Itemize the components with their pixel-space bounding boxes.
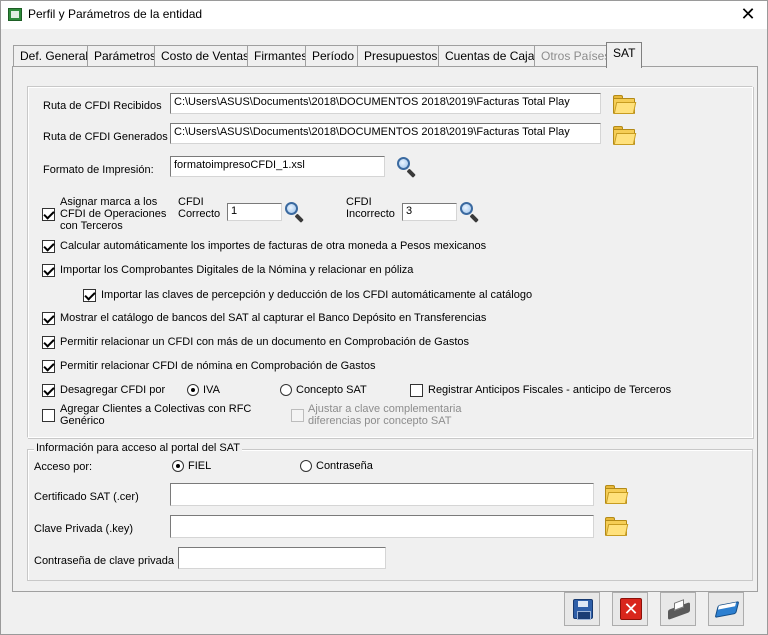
browse-generados-button[interactable]: [611, 123, 637, 149]
acceso-por-label: Acceso por:: [34, 461, 93, 473]
clave-privada-input[interactable]: [170, 515, 594, 538]
app-icon: [8, 8, 22, 21]
radio-iva-label: IVA: [203, 384, 220, 396]
cfdi-recibidos-input[interactable]: C:\Users\ASUS\Documents\2018\DOCUMENTOS …: [170, 93, 601, 114]
cfdi-incorrecto-search-button[interactable]: [457, 200, 483, 224]
tab-parametros[interactable]: Parámetros: [87, 45, 164, 67]
tab-otros-paises: Otros Países: [534, 45, 618, 67]
dialog-window: Perfil y Parámetros de la entidad ✕ Def.…: [0, 0, 768, 635]
radio-iva[interactable]: [187, 384, 199, 396]
tab-costo-de-ventas[interactable]: Costo de Ventas: [154, 45, 257, 67]
importar-nomina-checkbox[interactable]: [42, 264, 55, 277]
radio-fiel-label: FIEL: [188, 460, 212, 472]
tab-cuentas-de-cajas[interactable]: Cuentas de Cajas: [438, 45, 548, 67]
tab-sat[interactable]: SAT: [606, 42, 643, 68]
permitir-nomina-label: Permitir relacionar CFDI de nómina en Co…: [60, 360, 376, 372]
tab-periodo[interactable]: Período: [305, 45, 362, 67]
certificado-input[interactable]: [170, 483, 594, 506]
certificado-label: Certificado SAT (.cer): [34, 491, 139, 503]
browse-recibidos-button[interactable]: [611, 92, 637, 118]
cfdi-generados-input[interactable]: C:\Users\ASUS\Documents\2018\DOCUMENTOS …: [170, 123, 601, 144]
tab-presupuestos[interactable]: Presupuestos: [357, 45, 445, 67]
cfdi-correcto-search-button[interactable]: [282, 200, 308, 224]
cfdi-correcto-input[interactable]: 1: [227, 203, 282, 221]
formato-impresion-input[interactable]: formatoimpresoCFDI_1.xsl: [170, 156, 385, 177]
asignar-marca-checkbox[interactable]: [42, 208, 55, 221]
importar-nomina-label: Importar los Comprobantes Digitales de l…: [60, 264, 414, 276]
registrar-anticipos-label: Registrar Anticipos Fiscales - anticipo …: [428, 384, 672, 396]
portal-sat-legend: Información para acceso al portal del SA…: [34, 442, 243, 454]
save-button[interactable]: [564, 592, 600, 626]
cfdi-correcto-label: CFDI Correcto: [178, 196, 221, 220]
contrasena-clave-input[interactable]: [178, 547, 386, 569]
ajustar-clave-label: Ajustar a clave complementaria diferenci…: [308, 403, 462, 427]
clave-privada-label: Clave Privada (.key): [34, 523, 134, 535]
radio-concepto-sat[interactable]: [280, 384, 292, 396]
importar-claves-checkbox[interactable]: [83, 289, 96, 302]
cfdi-recibidos-label: Ruta de CFDI Recibidos: [43, 100, 162, 112]
permitir-varios-label: Permitir relacionar un CFDI con más de u…: [60, 336, 470, 348]
calcular-checkbox[interactable]: [42, 240, 55, 253]
desagregar-label: Desagregar CFDI por: [60, 384, 166, 396]
desagregar-checkbox[interactable]: [42, 384, 55, 397]
permitir-nomina-checkbox[interactable]: [42, 360, 55, 373]
title-bar: Perfil y Parámetros de la entidad ✕: [1, 1, 767, 29]
browse-certificado-button[interactable]: [603, 482, 629, 508]
save-icon: [573, 599, 593, 620]
contrasena-clave-label: Contraseña de clave privada: [34, 555, 175, 567]
radio-contrasena-label: Contraseña: [316, 460, 373, 472]
tab-def-general[interactable]: Def. General: [13, 45, 96, 67]
radio-fiel[interactable]: [172, 460, 184, 472]
cancel-button[interactable]: ✕: [612, 592, 648, 626]
cfdi-generados-label: Ruta de CFDI Generados: [43, 131, 168, 143]
mostrar-bancos-checkbox[interactable]: [42, 312, 55, 325]
permitir-varios-checkbox[interactable]: [42, 336, 55, 349]
formato-search-button[interactable]: [394, 155, 420, 179]
asignar-marca-label: Asignar marca a los CFDI de Operaciones …: [60, 196, 167, 232]
window-title: Perfil y Parámetros de la entidad: [28, 7, 203, 21]
formato-impresion-label: Formato de Impresión:: [43, 164, 154, 176]
registrar-anticipos-checkbox[interactable]: [410, 384, 423, 397]
browse-clave-button[interactable]: [603, 514, 629, 540]
radio-concepto-sat-label: Concepto SAT: [296, 384, 367, 396]
help-book-icon: [714, 600, 740, 618]
agregar-clientes-label: Agregar Clientes a Colectivas con RFC Ge…: [60, 403, 252, 427]
radio-contrasena[interactable]: [300, 460, 312, 472]
print-icon: [668, 599, 690, 621]
cfdi-incorrecto-input[interactable]: 3: [402, 203, 457, 221]
importar-claves-label: Importar las claves de percepción y dedu…: [101, 289, 533, 301]
ajustar-clave-checkbox: [291, 409, 304, 422]
print-button[interactable]: [660, 592, 696, 626]
close-button[interactable]: ✕: [735, 3, 761, 25]
mostrar-bancos-label: Mostrar el catálogo de bancos del SAT al…: [60, 312, 487, 324]
help-button[interactable]: [708, 592, 744, 626]
cancel-icon: ✕: [620, 598, 642, 620]
agregar-clientes-checkbox[interactable]: [42, 409, 55, 422]
cfdi-incorrecto-label: CFDI Incorrecto: [346, 196, 395, 220]
calcular-label: Calcular automáticamente los importes de…: [60, 240, 487, 252]
